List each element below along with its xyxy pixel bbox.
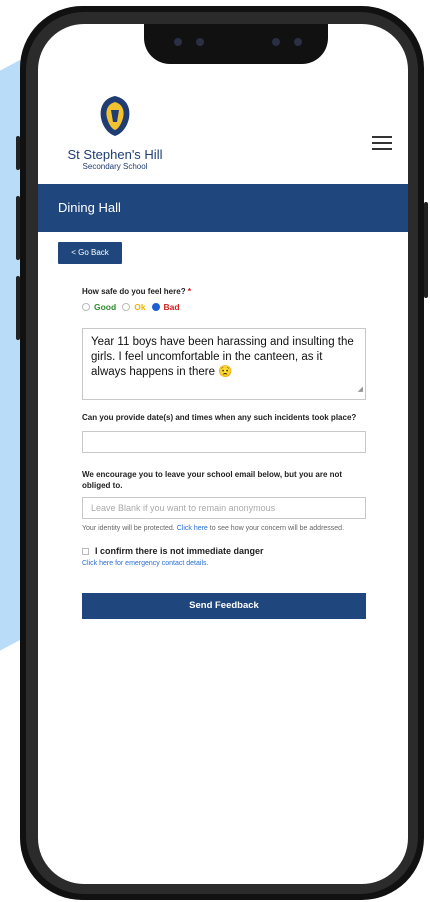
confirm-label: I confirm there is not immediate danger [95, 546, 264, 556]
lion-crest-icon [100, 96, 130, 136]
site-header: St Stephen's Hill Secondary School [38, 74, 408, 184]
mute-switch [16, 136, 20, 170]
radio-bad[interactable]: Bad [151, 302, 180, 312]
sensor-icon [196, 38, 204, 46]
radio-ok-label: Ok [134, 302, 146, 312]
required-mark: * [187, 287, 191, 296]
phone-screen: St Stephen's Hill Secondary School Dinin… [38, 24, 408, 884]
concern-text: Year 11 boys have been harassing and ins… [91, 336, 354, 378]
identity-note-text: Your identity will be protected. [82, 525, 175, 532]
concern-textarea[interactable]: Year 11 boys have been harassing and ins… [82, 328, 366, 400]
radio-ok[interactable]: Ok [122, 302, 146, 312]
radio-good-label: Good [94, 302, 117, 312]
radio-bad-label: Bad [163, 302, 180, 312]
school-name: St Stephen's Hill [67, 147, 163, 162]
safety-question-text: How safe do you feel here? [82, 287, 186, 296]
send-feedback-button[interactable]: Send Feedback [82, 593, 366, 619]
hamburger-menu-icon[interactable] [372, 136, 392, 150]
confirm-checkbox[interactable] [82, 547, 89, 555]
school-logo[interactable]: St Stephen's Hill Secondary School [60, 94, 170, 172]
identity-note-text-2: to see how your concern will be addresse… [209, 525, 345, 532]
page-title: Dining Hall [38, 184, 408, 232]
camera-icon [294, 38, 302, 46]
volume-down-button [16, 276, 20, 340]
identity-link[interactable]: Click here [177, 525, 208, 532]
radio-good[interactable]: Good [82, 302, 116, 312]
radio-circle[interactable] [122, 303, 131, 311]
email-question: We encourage you to leave your school em… [82, 470, 343, 490]
emergency-link[interactable]: Click here for emergency contact details… [82, 558, 368, 569]
dates-question: Can you provide date(s) and times when a… [82, 413, 357, 422]
notch [144, 24, 328, 64]
camera-icon [174, 38, 182, 46]
go-back-button[interactable]: < Go Back [58, 242, 122, 264]
power-button [424, 202, 428, 298]
sensor-icon [272, 38, 280, 46]
feedback-form: How safe do you feel here? * Good Ok Bad [82, 286, 368, 619]
email-input[interactable]: Leave Blank if you want to remain anonym… [82, 497, 366, 519]
identity-note: Your identity will be protected. Click h… [82, 523, 368, 534]
radio-circle-selected[interactable] [151, 303, 160, 311]
confirm-row[interactable]: I confirm there is not immediate danger [82, 546, 368, 556]
radio-circle[interactable] [82, 303, 90, 311]
phone-frame: St Stephen's Hill Secondary School Dinin… [16, 6, 428, 900]
safety-radio-group: Good Ok Bad [82, 302, 368, 312]
volume-up-button [16, 196, 20, 260]
dates-input[interactable] [82, 431, 366, 453]
school-subtitle: Secondary School [82, 162, 148, 171]
resize-handle-icon[interactable]: ◢ [358, 382, 363, 397]
safety-question: How safe do you feel here? * [82, 286, 368, 297]
